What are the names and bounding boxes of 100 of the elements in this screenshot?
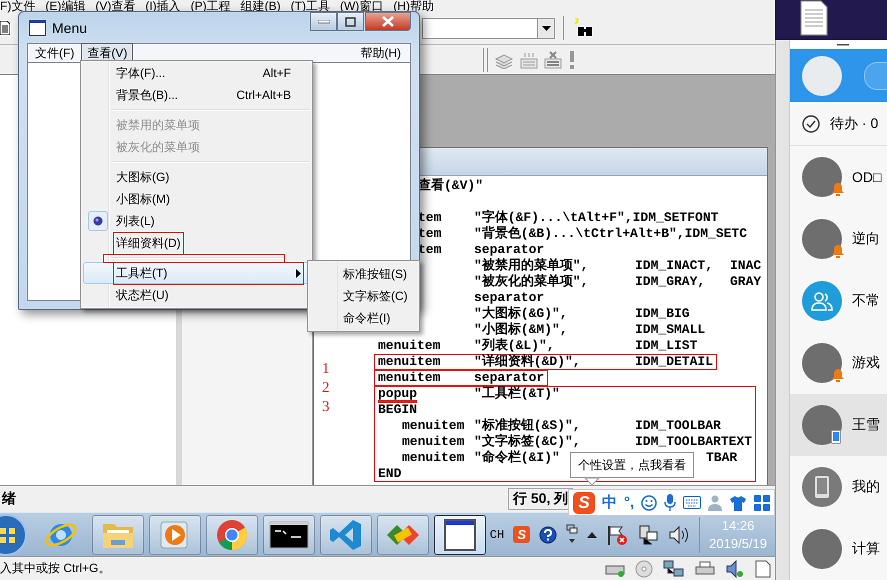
start-orb-icon[interactable] [0,514,30,556]
annotation-number: 3 [322,398,330,417]
annotation-number: 2 [322,379,330,398]
code-text: "背景色(&B)...\tCtrl+Alt+B",IDM_SETC [474,226,748,242]
code-text: IDM_LIST [635,338,698,354]
help-icon[interactable] [539,526,558,544]
menu-item[interactable]: 命令栏(I) [310,307,417,329]
minimize-icon [318,20,330,24]
taskbar-button[interactable] [263,514,315,554]
network-icon[interactable] [637,524,660,546]
contact-item[interactable]: 游戏 [790,332,887,394]
speaker-icon[interactable] [668,524,690,544]
code-text: "小图标(&M)", [474,322,569,338]
maximize-icon [345,16,356,26]
menu-item[interactable]: 帮助(H) [355,44,406,62]
avatar [802,343,842,383]
find-combo[interactable] [422,18,555,38]
chrome-icon [215,518,249,552]
code-text: "列表(&L)", [474,338,556,354]
status-text: 绪 [2,490,16,508]
printer-icon[interactable] [695,560,715,576]
code-text: "字体(&F)...\tAlt+F",IDM_SETFONT [474,210,718,226]
speaker-icon[interactable] [725,560,745,578]
smiley-icon[interactable] [641,494,658,510]
keyboard-icon[interactable] [683,496,702,509]
avatar [802,529,842,569]
disc-icon[interactable] [635,560,653,578]
avatar[interactable] [802,56,842,96]
menu-item[interactable]: 列表(L) [83,210,310,232]
code-text: GRAY [730,274,762,290]
menu-item[interactable]: 标准按钮(S) [310,263,417,285]
code-text: BEGIN [378,402,418,417]
bell-badge-icon [831,244,845,258]
document-icon[interactable] [755,560,771,578]
binoculars-icon[interactable] [572,18,594,38]
contact-item[interactable]: 计算 [790,518,887,580]
code-text: IDM_GRAY, [635,274,706,290]
code-text: separator [474,242,544,258]
bell-badge-icon [831,182,845,196]
ime-logo[interactable]: S [513,526,530,543]
menu-item[interactable]: 字体(F)... Alt+F [83,62,310,84]
code-text: "标准按钮(&S)", [474,418,582,434]
contact-item[interactable]: 逆向 [790,208,887,270]
contact-item[interactable]: OD□ [790,146,887,208]
avatar [802,219,842,259]
contact-item[interactable]: 我的 [790,456,887,518]
code-text: tem [418,226,442,241]
menu-item[interactable]: 文件(F) [30,44,80,62]
exclamation-icon[interactable] [568,50,576,68]
contact-name: 游戏 [852,354,880,372]
contact-name: OD□ [852,169,882,185]
menu-item[interactable]: 背景色(B)... Ctrl+Alt+B [83,84,310,106]
code-text: menuitem [402,450,464,465]
grid-icon[interactable] [754,494,770,510]
microphone-icon[interactable] [664,494,676,511]
people-icon [810,290,834,312]
menu-item[interactable]: 详细资料(D) [83,232,310,254]
close-icon [382,16,394,27]
close-button[interactable] [365,12,411,31]
code-text: menuitem [402,418,464,433]
keyboard-cross-icon[interactable] [544,50,562,68]
code-text: "命令栏(&I)" [474,450,560,466]
menu-item[interactable]: 小图标(M) [83,188,310,210]
bell-badge-icon [831,368,845,382]
ime-logo[interactable]: S [573,492,595,514]
code-text: "被禁用的菜单项", [474,258,590,274]
document-icon[interactable] [0,21,10,35]
network-icon[interactable] [663,560,685,578]
menu-item[interactable]: 大图标(G) [83,166,310,188]
language-indicator[interactable]: CH [490,528,504,542]
todo-label[interactable]: 待办 · 0 [830,114,878,132]
menu-item[interactable]: 状态栏(U) [83,284,310,306]
taskbar-button[interactable] [434,514,486,554]
code-text: menuitem [378,354,440,369]
menu-item[interactable]: 文字标签(C) [310,285,417,307]
contact-item[interactable]: 王雪 [790,394,887,456]
minimize-icon[interactable] [836,42,848,46]
show-hidden-icons-arrow[interactable] [587,530,598,538]
contact-item[interactable]: 不常 [790,270,887,332]
window-icon [29,20,46,36]
code-text: separator [474,290,544,306]
shirt-icon[interactable] [729,494,748,510]
radio-dot-icon [93,216,103,226]
code-text: popup [378,386,418,401]
maximize-button[interactable] [337,12,364,31]
contact-name: 计算 [852,540,880,558]
code-text: tem [418,210,442,225]
menu-item[interactable]: F)文件 [0,0,36,12]
search-field[interactable] [864,62,887,90]
minimize-button[interactable] [310,12,337,31]
contact-name: 不常 [852,292,880,310]
code-text: INAC [730,258,762,274]
menu-item[interactable]: 工具栏(T) [83,262,310,284]
punctuation-toggle[interactable]: °, [624,494,634,511]
code-text: IDM_SMALL [635,322,706,338]
document-icon[interactable] [800,0,828,36]
flag-error-icon[interactable] [606,524,628,546]
keyboard-icon[interactable] [520,50,538,68]
window-switch-icon[interactable] [566,524,578,546]
ime-mode[interactable]: 中 [602,493,617,512]
